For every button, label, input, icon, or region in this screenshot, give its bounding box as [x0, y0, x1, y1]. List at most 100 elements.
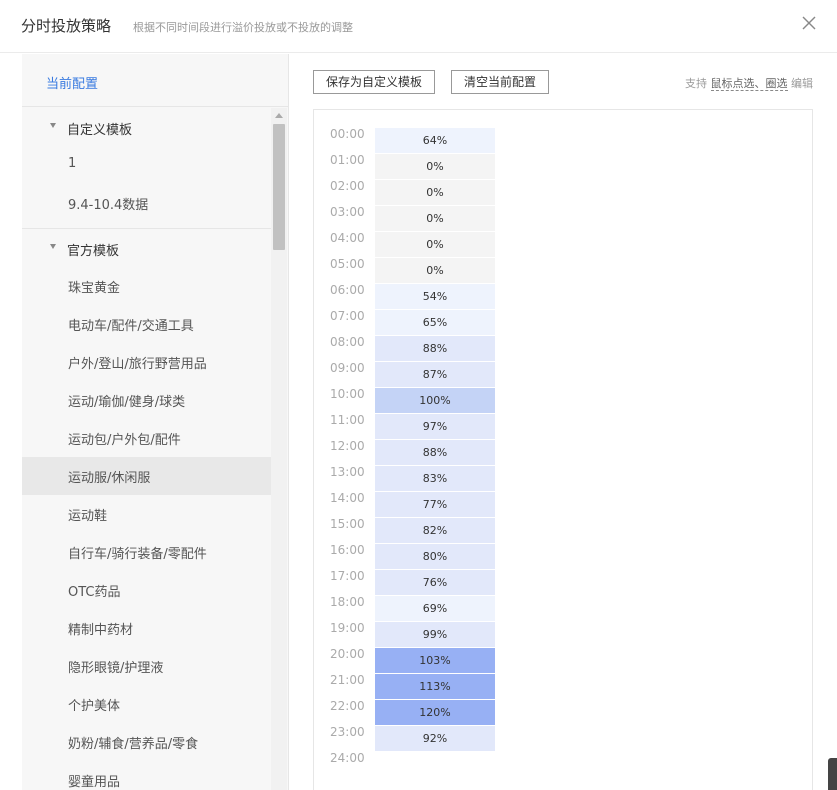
hour-bid-cell[interactable]: 92%	[375, 726, 495, 751]
hour-bid-cell[interactable]: 0%	[375, 232, 495, 257]
hour-bid-cell[interactable]: 99%	[375, 622, 495, 647]
hour-label: 10:00	[330, 387, 365, 401]
template-item-label: OTC药品	[68, 585, 121, 600]
help-methods: 鼠标点选、圈选	[710, 77, 788, 91]
current-config-label: 当前配置	[46, 77, 99, 92]
hour-bid-cell[interactable]: 65%	[375, 310, 495, 335]
template-item-label: 9.4-10.4数据	[68, 198, 149, 213]
hour-bid-cell[interactable]: 54%	[375, 284, 495, 309]
template-item-label: 婴童用品	[68, 775, 121, 790]
template-item-label: 隐形眼镜/护理液	[68, 661, 164, 676]
close-icon[interactable]	[801, 15, 817, 31]
hour-bid-cell[interactable]: 97%	[375, 414, 495, 439]
template-item-label: 精制中药材	[68, 623, 134, 638]
template-item[interactable]: 奶粉/辅食/营养品/零食	[22, 723, 271, 761]
hour-label: 14:00	[330, 491, 365, 505]
group-custom-templates[interactable]: 自定义模板	[22, 108, 271, 146]
edit-help-text: 支持 鼠标点选、圈选 编辑	[685, 75, 813, 91]
template-item[interactable]: 隐形眼镜/护理液	[22, 647, 271, 685]
template-item[interactable]: 珠宝黄金	[22, 267, 271, 305]
template-item[interactable]: 自行车/骑行装备/零配件	[22, 533, 271, 571]
save-template-button[interactable]: 保存为自定义模板	[313, 70, 436, 94]
dialog-subtitle: 根据不同时间段进行溢价投放或不投放的调整	[133, 21, 353, 34]
template-item-label: 自行车/骑行装备/零配件	[68, 547, 207, 562]
hour-label: 11:00	[330, 413, 365, 427]
template-item[interactable]: 户外/登山/旅行野营用品	[22, 343, 271, 381]
group-official-templates[interactable]: 官方模板	[22, 229, 271, 267]
caret-down-icon	[50, 244, 56, 249]
hour-label: 02:00	[330, 179, 365, 193]
scroll-up-icon[interactable]	[275, 113, 283, 118]
hour-bid-cell[interactable]: 77%	[375, 492, 495, 517]
clear-config-button[interactable]: 清空当前配置	[451, 70, 550, 94]
hour-label: 05:00	[330, 257, 365, 271]
hour-label: 16:00	[330, 543, 365, 557]
hour-bid-cell[interactable]: 83%	[375, 466, 495, 491]
template-item-label: 个护美体	[68, 699, 121, 714]
template-item-selected[interactable]: 运动服/休闲服	[22, 457, 271, 495]
template-item-label: 珠宝黄金	[68, 281, 121, 296]
template-item[interactable]: OTC药品	[22, 571, 271, 609]
group-label: 自定义模板	[67, 123, 133, 138]
hour-bid-cell[interactable]: 0%	[375, 206, 495, 231]
hour-label: 22:00	[330, 699, 365, 713]
hour-bid-cell[interactable]: 100%	[375, 388, 495, 413]
hour-label: 08:00	[330, 335, 365, 349]
template-item-label: 运动/瑜伽/健身/球类	[68, 395, 186, 410]
hour-bid-cell[interactable]: 80%	[375, 544, 495, 569]
template-item[interactable]: 精制中药材	[22, 609, 271, 647]
hour-bid-cell[interactable]: 76%	[375, 570, 495, 595]
hour-bid-cell[interactable]: 103%	[375, 648, 495, 673]
hourly-schedule-grid: 00:00 01:00 02:00 03:00 04:00 05:00 06:00 07:00…	[313, 109, 813, 790]
template-item[interactable]: 婴童用品	[22, 761, 271, 790]
hour-label: 17:00	[330, 569, 365, 583]
current-config-item[interactable]: 当前配置	[22, 54, 288, 107]
hour-label: 07:00	[330, 309, 365, 323]
group-label: 官方模板	[67, 244, 120, 259]
template-item[interactable]: 9.4-10.4数据	[22, 184, 271, 222]
template-item[interactable]: 个护美体	[22, 685, 271, 723]
template-item[interactable]: 运动鞋	[22, 495, 271, 533]
template-item[interactable]: 1	[22, 146, 271, 184]
template-item-label: 运动服/休闲服	[68, 471, 151, 486]
template-item-label: 电动车/配件/交通工具	[68, 319, 194, 334]
template-item-label: 运动包/户外包/配件	[68, 433, 181, 448]
hour-bid-cell[interactable]: 0%	[375, 258, 495, 283]
template-tree: 自定义模板 1 9.4-10.4数据 官方模板 珠宝黄金 电动车/配件/交通工具…	[22, 108, 271, 790]
dialog-title: 分时投放策略	[21, 17, 112, 35]
template-item-label: 运动鞋	[68, 509, 108, 524]
hour-bid-cell[interactable]: 64%	[375, 128, 495, 153]
scrollbar-thumb[interactable]	[273, 124, 285, 250]
sidebar-scrollbar[interactable]	[271, 108, 287, 790]
hour-bid-cell[interactable]: 69%	[375, 596, 495, 621]
template-sidebar: 当前配置 自定义模板 1 9.4-10.4数据 官方模板 珠宝黄金 电动车/配件…	[22, 54, 289, 790]
floating-widget[interactable]	[828, 758, 837, 790]
hour-bid-cell[interactable]: 0%	[375, 180, 495, 205]
hour-label: 20:00	[330, 647, 365, 661]
hour-bid-cell[interactable]: 0%	[375, 154, 495, 179]
template-item-label: 1	[68, 156, 77, 171]
hour-bid-cell[interactable]: 88%	[375, 336, 495, 361]
hour-label: 13:00	[330, 465, 365, 479]
hour-label: 12:00	[330, 439, 365, 453]
template-item[interactable]: 电动车/配件/交通工具	[22, 305, 271, 343]
hour-label: 21:00	[330, 673, 365, 687]
template-item[interactable]: 运动/瑜伽/健身/球类	[22, 381, 271, 419]
hour-label: 23:00	[330, 725, 365, 739]
hour-label: 09:00	[330, 361, 365, 375]
hour-label: 01:00	[330, 153, 365, 167]
hour-label: 24:00	[330, 751, 365, 765]
template-item-label: 奶粉/辅食/营养品/零食	[68, 737, 199, 752]
hour-bid-cell[interactable]: 87%	[375, 362, 495, 387]
hour-bid-cell[interactable]: 82%	[375, 518, 495, 543]
help-prefix: 支持	[685, 77, 707, 90]
help-suffix: 编辑	[791, 77, 813, 90]
template-item[interactable]: 运动包/户外包/配件	[22, 419, 271, 457]
hour-label: 18:00	[330, 595, 365, 609]
hour-bid-cell[interactable]: 120%	[375, 700, 495, 725]
hour-label: 00:00	[330, 127, 365, 141]
hour-bid-cell[interactable]: 113%	[375, 674, 495, 699]
caret-down-icon	[50, 123, 56, 128]
dialog-header: 分时投放策略 根据不同时间段进行溢价投放或不投放的调整	[0, 0, 837, 53]
hour-bid-cell[interactable]: 88%	[375, 440, 495, 465]
